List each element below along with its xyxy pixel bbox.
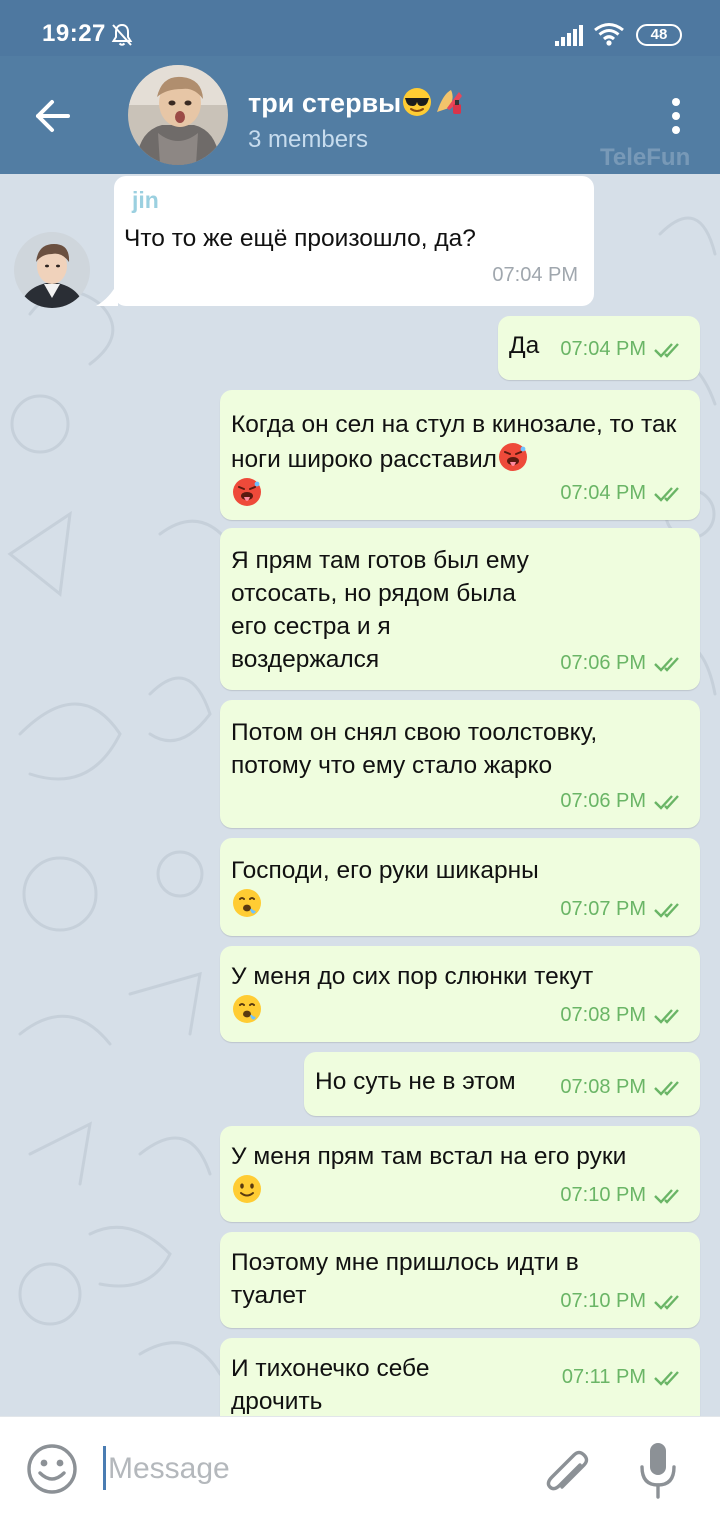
message-time: 07:08 PM: [560, 1076, 646, 1098]
message-text: У меня до сих пор слюнки текут: [231, 963, 594, 990]
message-outgoing[interactable]: Да 07:04 PM: [498, 316, 700, 380]
message-meta: 07:11 PM: [562, 1361, 686, 1394]
message-meta: 07:06 PM: [560, 647, 686, 680]
nail-polish-emoji: [437, 90, 463, 114]
message-time: 07:06 PM: [560, 790, 646, 812]
message-meta: 07:08 PM: [560, 1071, 686, 1104]
message-meta: 07:04 PM: [560, 333, 686, 366]
message-time: 07:11 PM: [561, 1366, 646, 1388]
message-outgoing[interactable]: Я прям там готов был ему отсосать, но ря…: [220, 528, 700, 690]
message-meta: 07:06 PM: [560, 785, 686, 818]
members-count: 3 members: [248, 126, 369, 153]
slightly-smiling-face-emoji: [233, 1175, 261, 1203]
message-text: Потом он снял свою тоолстовку, потому чт…: [231, 719, 598, 779]
text-cursor: [103, 1446, 106, 1490]
microphone-icon[interactable]: [634, 1441, 682, 1499]
chat-header: три стервы 3 members TeleFun: [0, 56, 720, 174]
message-time: 07:04 PM: [560, 338, 646, 360]
double-check-icon: [654, 486, 679, 502]
message-input[interactable]: [108, 1443, 508, 1495]
message-meta: 07:10 PM: [560, 1179, 686, 1212]
message-time: 07:10 PM: [560, 1184, 646, 1206]
hot-face-emoji: [498, 443, 527, 471]
sunglasses-emoji: [403, 88, 432, 116]
double-check-icon: [654, 1370, 679, 1386]
message-time: 07:10 PM: [560, 1290, 646, 1312]
message-meta: 07:10 PM: [560, 1285, 686, 1318]
message-outgoing[interactable]: И тихонечко себе дрочить 07:11 PM: [220, 1338, 700, 1416]
message-text: И тихонечко себе дрочить: [231, 1355, 430, 1415]
chat-title-text: три стервы: [248, 88, 402, 118]
double-check-icon: [654, 1294, 679, 1310]
message-time: 07:04 PM: [560, 482, 646, 504]
group-avatar[interactable]: [128, 65, 228, 165]
message-outgoing[interactable]: Господи, его руки шикарны 07:07 PM: [220, 838, 700, 936]
drooling-face-emoji: [233, 889, 261, 917]
chat-messages[interactable]: jin Что то же ещё произошло, да? 07:04 P…: [0, 174, 720, 1416]
double-check-icon: [654, 342, 679, 358]
message-time: 07:04 PM: [492, 264, 578, 286]
double-check-icon: [654, 656, 679, 672]
message-text: Поэтому мне пришлось идти в туалет: [231, 1249, 579, 1309]
message-outgoing[interactable]: Поэтому мне пришлось идти в туалет 07:10…: [220, 1232, 700, 1328]
battery-icon: 48: [636, 24, 682, 46]
message-text: Что то же ещё произошло, да?: [124, 225, 476, 252]
message-text: Но суть не в этом: [315, 1068, 516, 1095]
message-composer: [0, 1416, 720, 1520]
message-meta: 07:08 PM: [560, 999, 686, 1032]
wifi-icon: [594, 23, 624, 46]
double-check-icon: [654, 794, 679, 810]
double-check-icon: [654, 1188, 679, 1204]
double-check-icon: [654, 1080, 679, 1096]
message-outgoing[interactable]: Когда он сел на стул в кинозале, то так …: [220, 390, 700, 520]
paperclip-icon[interactable]: [540, 1443, 592, 1495]
message-outgoing[interactable]: У меня до сих пор слюнки текут 07:08 PM: [220, 946, 700, 1042]
message-text: У меня прям там встал на его руки: [231, 1143, 627, 1170]
message-time: 07:08 PM: [560, 1004, 646, 1026]
signal-icon: [555, 25, 583, 46]
message-time: 07:06 PM: [560, 652, 646, 674]
message-outgoing[interactable]: У меня прям там встал на его руки 07:10 …: [220, 1126, 700, 1222]
watermark: TeleFun: [600, 144, 691, 171]
double-check-icon: [654, 1008, 679, 1024]
message-text: Господи, его руки шикарны: [231, 857, 539, 884]
message-text: Когда он сел на стул в кинозале, то так …: [231, 411, 677, 473]
hot-face-emoji: [233, 478, 261, 506]
status-time: 19:27: [42, 20, 106, 47]
double-check-icon: [654, 902, 679, 918]
emoji-button-icon[interactable]: [26, 1443, 78, 1495]
drooling-face-emoji: [233, 995, 261, 1023]
message-outgoing[interactable]: Но суть не в этом 07:08 PM: [304, 1052, 700, 1116]
back-arrow-icon[interactable]: [30, 94, 74, 138]
message-text: Я прям там готов был ему отсосать, но ря…: [231, 547, 529, 673]
message-meta: 07:07 PM: [560, 893, 686, 926]
message-outgoing[interactable]: Потом он снял свою тоолстовку, потому чт…: [220, 700, 700, 828]
more-menu-icon[interactable]: [662, 96, 690, 136]
status-bar: 19:27 48: [0, 0, 720, 56]
message-meta: 07:04 PM: [560, 477, 686, 510]
message-sender: jin: [132, 187, 159, 213]
bell-off-icon: [111, 23, 133, 46]
chat-title[interactable]: три стервы: [248, 86, 465, 119]
message-incoming[interactable]: jin Что то же ещё произошло, да? 07:04 P…: [114, 176, 594, 306]
sender-avatar[interactable]: [14, 232, 90, 308]
message-time: 07:07 PM: [560, 898, 646, 920]
